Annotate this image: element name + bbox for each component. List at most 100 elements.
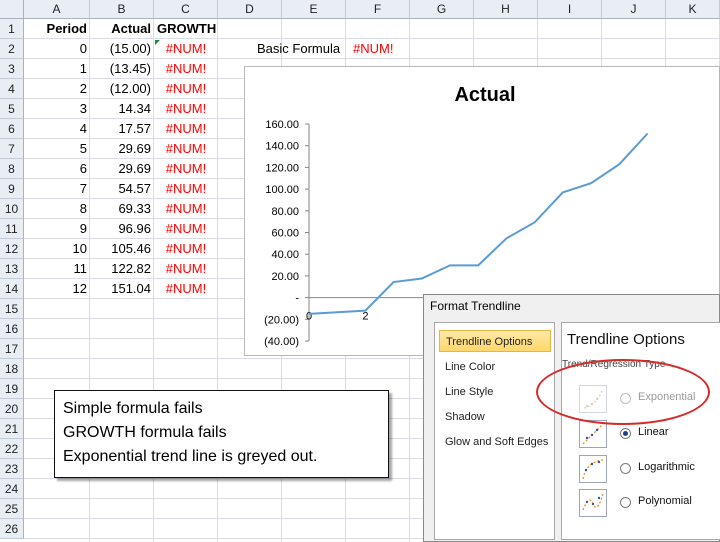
nav-glow-soft-edges[interactable]: Glow and Soft Edges [439, 431, 551, 453]
cell-period[interactable]: 4 [24, 119, 90, 139]
cell-actual[interactable]: 29.69 [90, 139, 154, 159]
cell-growth[interactable]: #NUM! [154, 199, 218, 219]
row-header-24[interactable]: 24 [0, 479, 24, 499]
select-all-corner[interactable] [0, 0, 24, 19]
cell-actual[interactable]: 122.82 [90, 259, 154, 279]
cell-actual[interactable]: 54.57 [90, 179, 154, 199]
cell-actual[interactable]: (15.00) [90, 39, 154, 59]
cell-growth[interactable]: #NUM! [154, 59, 218, 79]
row-header-11[interactable]: 11 [0, 219, 24, 239]
row-header-25[interactable]: 25 [0, 499, 24, 519]
cell-growth[interactable]: #NUM! [154, 159, 218, 179]
nav-shadow[interactable]: Shadow [439, 406, 551, 428]
cell-growth[interactable]: #NUM! [154, 119, 218, 139]
logarithmic-radio[interactable] [620, 463, 631, 474]
cell-period[interactable]: 10 [24, 239, 90, 259]
row-header-13[interactable]: 13 [0, 259, 24, 279]
cell-actual[interactable]: 29.69 [90, 159, 154, 179]
column-header-f[interactable]: F [346, 0, 410, 19]
column-header-b[interactable]: B [90, 0, 154, 19]
trendline-options-panel: Trendline Options Trend/Regression Type … [561, 322, 720, 540]
basic-formula-value[interactable]: #NUM! [350, 39, 414, 59]
cell-growth[interactable]: #NUM! [154, 219, 218, 239]
row-header-5[interactable]: 5 [0, 99, 24, 119]
row-header-6[interactable]: 6 [0, 119, 24, 139]
cell-actual[interactable]: (13.45) [90, 59, 154, 79]
note-line-3: Exponential trend line is greyed out. [63, 448, 318, 465]
cell-growth[interactable]: #NUM! [154, 79, 218, 99]
row-header-18[interactable]: 18 [0, 359, 24, 379]
y-tick-label: 20.00 [271, 271, 299, 283]
cell-growth[interactable]: #NUM! [154, 139, 218, 159]
cell-growth[interactable]: #NUM! [154, 179, 218, 199]
row-header-4[interactable]: 4 [0, 79, 24, 99]
annotation-text-box: Simple formula fails GROWTH formula fail… [54, 390, 389, 478]
row-header-8[interactable]: 8 [0, 159, 24, 179]
linear-radio[interactable] [620, 428, 631, 439]
nav-trendline-options[interactable]: Trendline Options [439, 330, 551, 352]
cell-period[interactable]: 3 [24, 99, 90, 119]
basic-formula-label[interactable]: Basic Formula [254, 39, 350, 59]
row-header-7[interactable]: 7 [0, 139, 24, 159]
cell-growth[interactable]: #NUM! [154, 39, 218, 59]
column-header-g[interactable]: G [410, 0, 474, 19]
cell-period[interactable]: 7 [24, 179, 90, 199]
header-growth[interactable]: GROWTH [154, 19, 218, 39]
nav-line-color[interactable]: Line Color [439, 356, 551, 378]
cell-actual[interactable]: 14.34 [90, 99, 154, 119]
row-header-15[interactable]: 15 [0, 299, 24, 319]
cell-actual[interactable]: 105.46 [90, 239, 154, 259]
row-header-1[interactable]: 1 [0, 19, 24, 39]
cell-period[interactable]: 12 [24, 279, 90, 299]
column-header-k[interactable]: K [666, 0, 720, 19]
row-header-19[interactable]: 19 [0, 379, 24, 399]
cell-period[interactable]: 1 [24, 59, 90, 79]
cell-actual[interactable]: 96.96 [90, 219, 154, 239]
cell-actual[interactable]: 151.04 [90, 279, 154, 299]
column-header-d[interactable]: D [218, 0, 282, 19]
row-header-22[interactable]: 22 [0, 439, 24, 459]
cell-actual[interactable]: 69.33 [90, 199, 154, 219]
cell-growth[interactable]: #NUM! [154, 259, 218, 279]
cell-period[interactable]: 5 [24, 139, 90, 159]
row-header-14[interactable]: 14 [0, 279, 24, 299]
column-header-h[interactable]: H [474, 0, 538, 19]
cell-actual[interactable]: (12.00) [90, 79, 154, 99]
cell-growth[interactable]: #NUM! [154, 239, 218, 259]
cell-period[interactable]: 0 [24, 39, 90, 59]
column-header-e[interactable]: E [282, 0, 346, 19]
cell-period[interactable]: 2 [24, 79, 90, 99]
row-header-2[interactable]: 2 [0, 39, 24, 59]
row-header-12[interactable]: 12 [0, 239, 24, 259]
linear-trend-icon [579, 420, 607, 448]
cell-growth[interactable]: #NUM! [154, 99, 218, 119]
column-header-j[interactable]: J [602, 0, 666, 19]
column-header-a[interactable]: A [24, 0, 90, 19]
cell-period[interactable]: 6 [24, 159, 90, 179]
row-header-26[interactable]: 26 [0, 519, 24, 539]
header-actual[interactable]: Actual [90, 19, 154, 39]
row-header-21[interactable]: 21 [0, 419, 24, 439]
chart-title: Actual [454, 84, 515, 106]
nav-line-style[interactable]: Line Style [439, 381, 551, 403]
row-header-10[interactable]: 10 [0, 199, 24, 219]
column-header-c[interactable]: C [154, 0, 218, 19]
header-period[interactable]: Period [24, 19, 90, 39]
row-header-3[interactable]: 3 [0, 59, 24, 79]
cell-period[interactable]: 8 [24, 199, 90, 219]
options-heading: Trendline Options [567, 331, 685, 348]
row-header-17[interactable]: 17 [0, 339, 24, 359]
data-point [618, 163, 620, 165]
row-header-20[interactable]: 20 [0, 399, 24, 419]
cell-period[interactable]: 11 [24, 259, 90, 279]
row-header-16[interactable]: 16 [0, 319, 24, 339]
row-header-23[interactable]: 23 [0, 459, 24, 479]
cell-growth[interactable]: #NUM! [154, 279, 218, 299]
logarithmic-label: Logarithmic [638, 461, 695, 473]
cell-actual[interactable]: 17.57 [90, 119, 154, 139]
column-header-i[interactable]: I [538, 0, 602, 19]
polynomial-radio[interactable] [620, 497, 631, 508]
row-header-9[interactable]: 9 [0, 179, 24, 199]
data-point [308, 313, 310, 315]
cell-period[interactable]: 9 [24, 219, 90, 239]
